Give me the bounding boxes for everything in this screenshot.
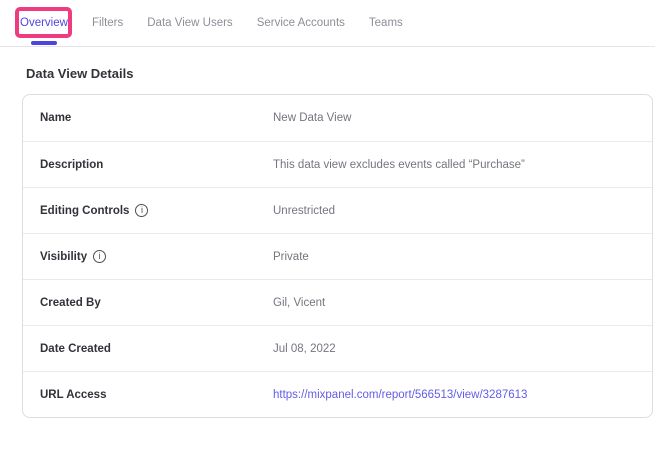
- row-label: Editing Controls: [40, 205, 129, 217]
- row-value: Gil, Vicent: [273, 297, 325, 309]
- tab-filters[interactable]: Filters: [92, 0, 123, 46]
- row-label-cell: Description: [23, 159, 273, 171]
- table-row-name: Name New Data View: [23, 95, 652, 141]
- tab-data-view-users-label: Data View Users: [147, 17, 232, 29]
- row-label: Description: [40, 159, 103, 171]
- data-view-details-card: Name New Data View Description This data…: [22, 94, 653, 418]
- row-label-cell: URL Access: [23, 389, 273, 401]
- row-label: URL Access: [40, 389, 106, 401]
- data-view-url-link[interactable]: https://mixpanel.com/report/566513/view/…: [273, 389, 527, 401]
- tab-bar: Overview Filters Data View Users Service…: [0, 0, 655, 47]
- table-row-date-created: Date Created Jul 08, 2022: [23, 325, 652, 371]
- row-value: Unrestricted: [273, 205, 335, 217]
- tab-service-accounts[interactable]: Service Accounts: [257, 0, 345, 46]
- row-value: New Data View: [273, 112, 351, 124]
- table-row-created-by: Created By Gil, Vicent: [23, 279, 652, 325]
- row-value: Jul 08, 2022: [273, 343, 336, 355]
- row-label-cell: Created By: [23, 297, 273, 309]
- row-label: Visibility: [40, 251, 87, 263]
- row-label: Created By: [40, 297, 101, 309]
- tab-teams-label: Teams: [369, 17, 403, 29]
- table-row-description: Description This data view excludes even…: [23, 141, 652, 187]
- tab-service-accounts-label: Service Accounts: [257, 17, 345, 29]
- row-label: Name: [40, 112, 71, 124]
- table-row-visibility: Visibility i Private: [23, 233, 652, 279]
- table-row-url-access: URL Access https://mixpanel.com/report/5…: [23, 371, 652, 417]
- tab-overview[interactable]: Overview: [20, 0, 68, 46]
- info-icon[interactable]: i: [93, 250, 106, 263]
- table-row-editing-controls: Editing Controls i Unrestricted: [23, 187, 652, 233]
- tab-teams[interactable]: Teams: [369, 0, 403, 46]
- active-tab-indicator: [31, 41, 57, 45]
- tab-overview-label: Overview: [20, 17, 68, 29]
- row-label-cell: Name: [23, 112, 273, 124]
- row-value: This data view excludes events called “P…: [273, 159, 525, 171]
- row-label-cell: Editing Controls i: [23, 204, 273, 217]
- row-label-cell: Date Created: [23, 343, 273, 355]
- section-title: Data View Details: [26, 66, 655, 82]
- row-label-cell: Visibility i: [23, 250, 273, 263]
- row-label: Date Created: [40, 343, 111, 355]
- tab-filters-label: Filters: [92, 17, 123, 29]
- info-icon[interactable]: i: [135, 204, 148, 217]
- row-value: Private: [273, 251, 309, 263]
- tab-data-view-users[interactable]: Data View Users: [147, 0, 232, 46]
